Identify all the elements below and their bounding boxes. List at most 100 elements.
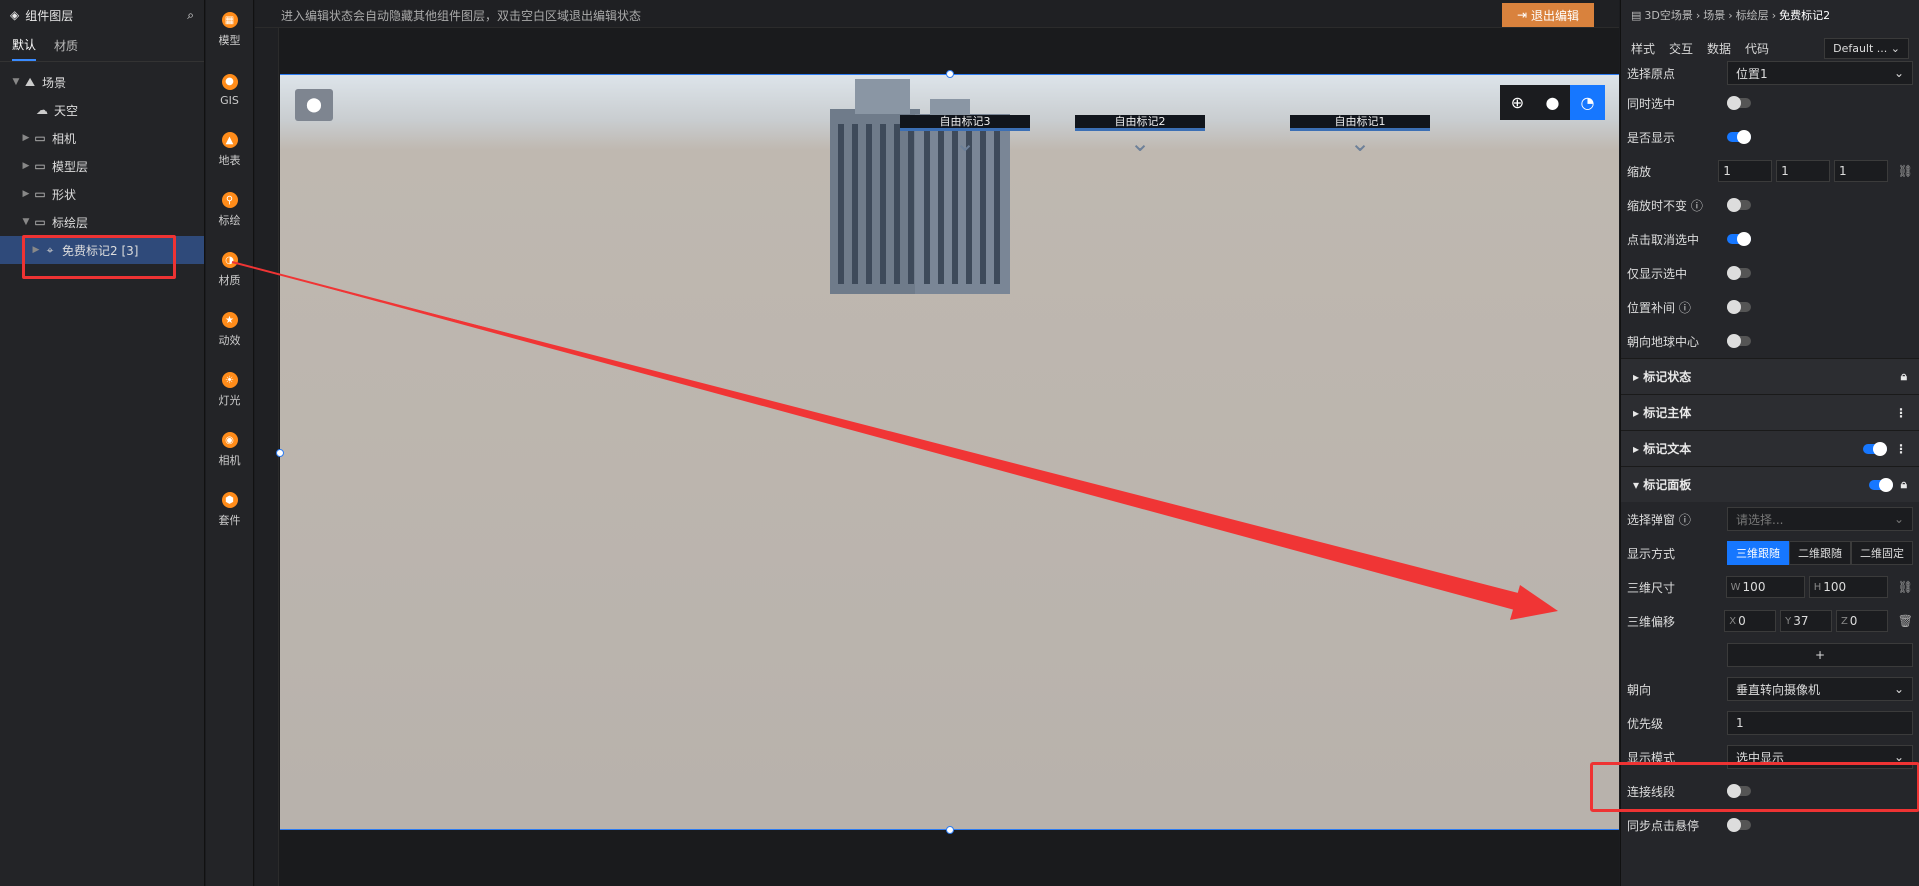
tool-light[interactable]: ☀ 灯光 xyxy=(206,360,253,420)
tween-toggle[interactable] xyxy=(1727,300,1751,314)
facing-select[interactable]: 垂直转向摄像机 ⌄ xyxy=(1727,677,1913,701)
tree-item-label: 形状 xyxy=(52,187,77,202)
facing-row: 朝向 垂直转向摄像机 ⌄ xyxy=(1621,672,1919,706)
more-icon[interactable]: ⋮ xyxy=(1895,406,1907,420)
tab-default[interactable]: 默认 xyxy=(12,30,37,61)
theme-select[interactable]: Default ... ⌄ xyxy=(1824,37,1909,59)
facing-label: 朝向 xyxy=(1627,682,1652,697)
help-icon[interactable]: ⓘ xyxy=(1691,199,1703,213)
tool-plot[interactable]: ⚲ 标绘 xyxy=(206,180,253,240)
view-mode-switch: ⊕ ● ◔ xyxy=(1500,85,1605,120)
caret-right-icon[interactable]: ▶ xyxy=(20,161,32,171)
section-marker-state[interactable]: ▸ 标记状态 🔒︎ xyxy=(1621,358,1919,394)
scale-y-input[interactable]: 1 xyxy=(1776,160,1830,182)
face-earth-toggle[interactable] xyxy=(1727,334,1751,348)
tree-item-plot-layer[interactable]: ▼ ▭ 标绘层 xyxy=(0,208,204,236)
section-marker-text[interactable]: ▸ 标记文本 ⋮ xyxy=(1621,430,1919,466)
help-icon[interactable]: ⓘ xyxy=(1679,513,1691,527)
sync-select-toggle[interactable] xyxy=(1727,96,1751,110)
display-option-3d-follow[interactable]: 三维跟随 xyxy=(1727,541,1789,565)
tab-material[interactable]: 材质 xyxy=(54,31,78,60)
free-marker-1[interactable]: 自由标记1 ⌄ xyxy=(1290,115,1430,155)
offset-z-value: 0 xyxy=(1849,614,1858,628)
more-icon[interactable]: ⋮ xyxy=(1895,442,1907,456)
display-option-2d-fixed[interactable]: 二维固定 xyxy=(1851,541,1913,565)
sphere-view-icon[interactable]: ● xyxy=(1535,85,1570,120)
tool-kit[interactable]: ⬢ 套件 xyxy=(206,480,253,540)
tree-item-scene[interactable]: ▼ ⛰ 场景 xyxy=(0,68,204,96)
link-icon[interactable]: ⛓ xyxy=(1898,164,1913,178)
tree-item-camera[interactable]: ▶ ▭ 相机 xyxy=(0,124,204,152)
offset-row: 三维偏移 X0 Y 37 Z0 🗑︎ xyxy=(1621,604,1919,638)
breadcrumb-sep: › xyxy=(1728,8,1733,22)
link-icon[interactable]: ⛓ xyxy=(1898,580,1913,594)
tree-item-sky[interactable]: ☁ 天空 xyxy=(0,96,204,124)
location-pin-icon[interactable]: ⬤ xyxy=(295,89,333,121)
size-w-input[interactable]: W 100 xyxy=(1725,576,1805,598)
resize-handle-top[interactable] xyxy=(946,70,954,78)
orbit-view-icon[interactable]: ◔ xyxy=(1570,85,1605,120)
lock-icon[interactable]: 🔒︎ xyxy=(1901,477,1907,492)
tab-code[interactable]: 代码 xyxy=(1745,40,1769,57)
tool-camera[interactable]: ◉ 相机 xyxy=(206,420,253,480)
tool-gis[interactable]: ● GIS xyxy=(206,60,253,120)
section-marker-body[interactable]: ▸ 标记主体 ⋮ xyxy=(1621,394,1919,430)
free-marker-2[interactable]: 自由标记2 ⌄ xyxy=(1075,115,1205,155)
free-marker-3[interactable]: 自由标记3 ⌄ xyxy=(900,115,1030,155)
marker-text-toggle[interactable] xyxy=(1863,441,1887,456)
offset-x-input[interactable]: X0 xyxy=(1724,610,1777,632)
section-marker-panel[interactable]: ▾ 标记面板 🔒︎ xyxy=(1621,466,1919,502)
sync-hover-toggle[interactable] xyxy=(1727,818,1751,832)
theme-value: Default ... xyxy=(1833,41,1888,55)
resize-handle-left[interactable] xyxy=(276,449,284,457)
exit-edit-button[interactable]: ⇥ 退出编辑 xyxy=(1502,3,1594,27)
scale-z-input[interactable]: 1 xyxy=(1833,160,1888,182)
scene-viewport[interactable]: ⬤ ⊕ ● ◔ 自由标记3 ⌄ 自由标记2 ⌄ 自由标记1 ⌄ xyxy=(276,70,1619,834)
show-selected-only-toggle[interactable] xyxy=(1727,266,1751,280)
add-offset-button[interactable]: + xyxy=(1727,643,1913,667)
caret-right-icon[interactable]: ▶ xyxy=(20,133,32,143)
offset-z-input[interactable]: Z0 xyxy=(1835,610,1888,632)
breadcrumb-item[interactable]: 3D空场景 xyxy=(1644,7,1692,23)
search-icon[interactable]: ⌕ xyxy=(187,8,194,23)
tab-data[interactable]: 数据 xyxy=(1707,40,1731,57)
section-title: 标记文本 xyxy=(1643,442,1692,456)
popup-select[interactable]: 请选择... ⌄ xyxy=(1727,507,1913,531)
breadcrumb-item[interactable]: 标绘层 xyxy=(1736,7,1769,23)
section-title: 标记状态 xyxy=(1643,370,1692,384)
trash-icon[interactable]: 🗑︎ xyxy=(1898,614,1913,628)
tool-effect[interactable]: ★ 动效 xyxy=(206,300,253,360)
visible-toggle[interactable] xyxy=(1727,130,1751,144)
priority-input[interactable]: 1 xyxy=(1727,711,1913,735)
scale-x-input[interactable]: 1 xyxy=(1718,160,1773,182)
caret-right-icon[interactable]: ▶ xyxy=(20,189,32,199)
display-segmented: 三维跟随 二维跟随 二维固定 xyxy=(1727,541,1913,565)
x-tag: X xyxy=(1729,615,1737,627)
breadcrumb-item[interactable]: 场景 xyxy=(1703,7,1725,23)
click-deselect-toggle[interactable] xyxy=(1727,232,1751,246)
globe-view-icon[interactable]: ⊕ xyxy=(1500,85,1535,120)
marker-panel-toggle[interactable] xyxy=(1868,477,1893,492)
caret-down-icon[interactable]: ▼ xyxy=(20,217,32,227)
origin-select[interactable]: 位置1 ⌄ xyxy=(1727,61,1913,85)
offset-y-input[interactable]: Y 37 xyxy=(1780,610,1832,632)
tree-item-model-layer[interactable]: ▶ ▭ 模型层 xyxy=(0,152,204,180)
size-h-input[interactable]: H 100 xyxy=(1808,576,1888,598)
tool-material[interactable]: ◑ 材质 xyxy=(206,240,253,300)
tab-style[interactable]: 样式 xyxy=(1631,40,1655,57)
ruler-vertical xyxy=(255,28,279,886)
facing-value: 垂直转向摄像机 xyxy=(1736,682,1821,697)
tool-model[interactable]: ▦ 模型 xyxy=(206,0,253,60)
document-icon: ▤ xyxy=(1631,8,1642,22)
tree-item-shape[interactable]: ▶ ▭ 形状 xyxy=(0,180,204,208)
caret-down-icon[interactable]: ▼ xyxy=(10,77,22,87)
display-option-2d-follow[interactable]: 二维跟随 xyxy=(1789,541,1851,565)
tool-terrain[interactable]: ▲ 地表 xyxy=(206,120,253,180)
tab-interaction[interactable]: 交互 xyxy=(1669,40,1693,57)
resize-handle-bottom[interactable] xyxy=(946,826,954,834)
sync-hover-label: 同步点击悬停 xyxy=(1627,818,1700,833)
w-tag: W xyxy=(1730,581,1741,593)
help-icon[interactable]: ⓘ xyxy=(1679,301,1691,315)
lock-icon[interactable]: 🔒︎ xyxy=(1901,369,1907,384)
scale-fixed-toggle[interactable] xyxy=(1727,198,1751,212)
